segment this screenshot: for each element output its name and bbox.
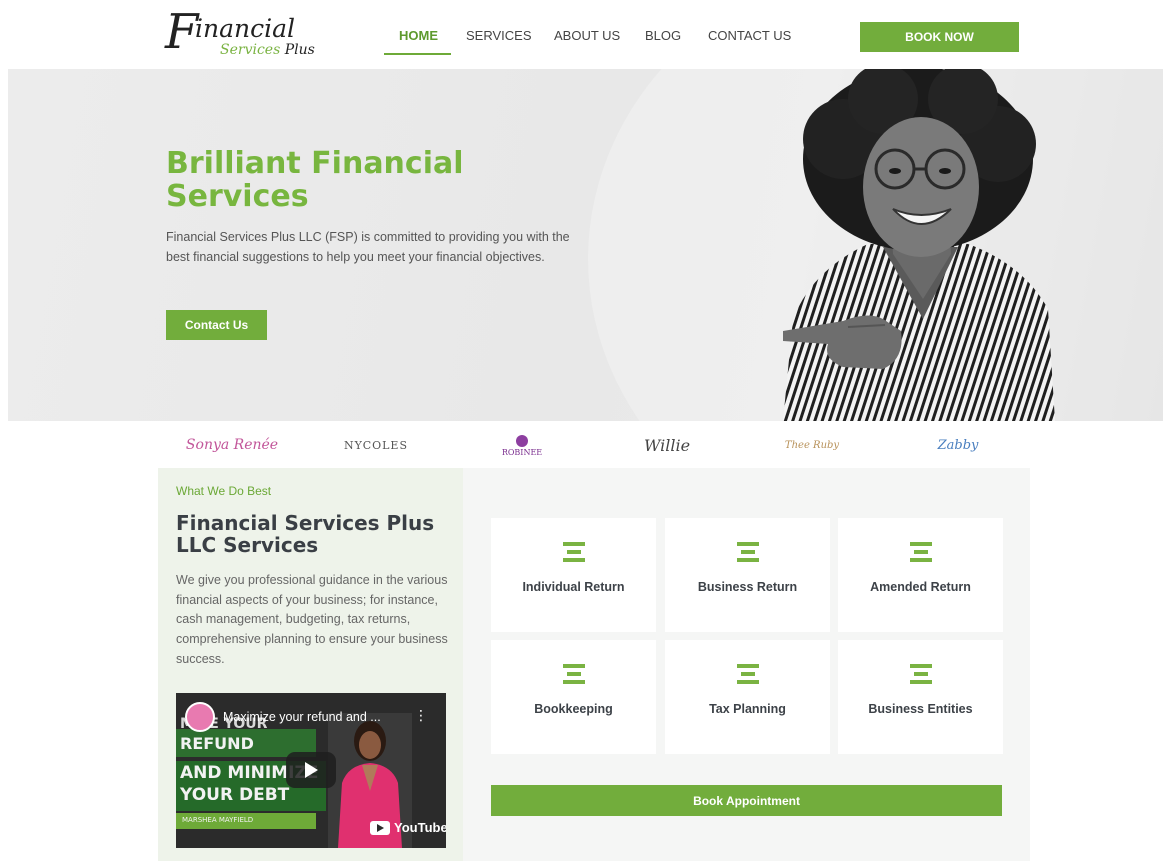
service-card-label: Bookkeeping [534,702,613,716]
menu-lines-icon [736,542,759,562]
video-title[interactable]: Maximize your refund and ... [223,710,381,724]
service-card-business-return[interactable]: Business Return [665,518,830,632]
nav-active-indicator [384,53,451,55]
nav-about-us[interactable]: ABOUT US [554,28,620,43]
logo-services-text: Services [220,42,281,58]
play-icon [305,762,318,778]
site-logo[interactable]: F inancial Services Plus [165,4,335,62]
service-card-business-entities[interactable]: Business Entities [838,640,1003,754]
partner-logo-1: Sonya Renée [185,437,279,453]
partner-logo-3-mark [516,434,528,447]
youtube-play-icon [370,820,390,835]
partner-logo-4: Willie [643,435,691,455]
youtube-logo[interactable]: YouTube [370,820,446,835]
service-card-label: Business Return [697,580,798,594]
service-card-label: Amended Return [870,580,971,594]
service-card-label: Business Entities [868,702,973,716]
partner-logo-5: Thee Ruby [784,439,840,451]
service-card-individual-return[interactable]: Individual Return [491,518,656,632]
menu-lines-icon [909,664,932,684]
play-button[interactable] [286,752,336,788]
service-card-tax-planning[interactable]: Tax Planning [665,640,830,754]
services-intro-panel: What We Do Best Financial Services Plus … [158,468,463,861]
partner-logo-3: ROBINEE [500,431,544,459]
nav-services[interactable]: SERVICES [466,28,532,43]
contact-us-button[interactable]: Contact Us [166,310,267,340]
menu-lines-icon [562,664,585,684]
video-overlay-line-4: YOUR DEBT [180,785,290,805]
logo-plus-text: Plus [284,42,315,58]
more-vert-icon[interactable]: ⋮ [414,708,428,724]
hero-description: Financial Services Plus LLC (FSP) is com… [166,230,570,264]
logo-word-top: inancial [195,14,295,43]
nav-contact-us[interactable]: CONTACT US [708,28,791,43]
service-card-bookkeeping[interactable]: Bookkeeping [491,640,656,754]
partner-logo-2: NYCOLES [344,438,408,452]
youtube-video-embed[interactable]: MIZE YOUR REFUND AND MINIMIZE YOUR DEBT … [176,693,446,848]
partner-logo-6: Zabby [937,437,979,453]
nav-blog[interactable]: BLOG [645,28,681,43]
book-now-button[interactable]: BOOK NOW [860,22,1019,52]
hero-woman-photo [783,69,1055,421]
services-section: What We Do Best Financial Services Plus … [158,468,1030,861]
menu-lines-icon [736,664,759,684]
logo-word-bottom: Services Plus [220,42,315,58]
book-appointment-button[interactable]: Book Appointment [491,785,1002,816]
site-header: F inancial Services Plus HOME SERVICES A… [0,0,1163,69]
hero-section: Brilliant Financial Services Financial S… [8,69,1163,421]
services-title: Financial Services Plus LLC Services [176,511,435,557]
services-eyebrow: What We Do Best [176,484,272,498]
nav-home[interactable]: HOME [399,28,438,43]
partner-logo-3-text: ROBINEE [501,447,543,457]
video-overlay-line-2: REFUND [180,734,254,753]
service-card-label: Individual Return [522,580,625,594]
partner-logos-strip: Sonya Renée NYCOLES ROBINEE Willie Thee … [0,421,1163,468]
logo-initial: F [165,4,199,60]
hero-title: Brilliant Financial Services [166,146,464,214]
menu-lines-icon [562,542,585,562]
menu-lines-icon [909,542,932,562]
channel-avatar[interactable] [185,702,215,732]
service-card-amended-return[interactable]: Amended Return [838,518,1003,632]
service-card-label: Tax Planning [709,702,786,716]
video-overlay-name: MARSHEA MAYFIELD [182,816,254,824]
youtube-wordmark: YouTube [394,820,446,835]
services-description: We give you professional guidance in the… [176,573,448,666]
